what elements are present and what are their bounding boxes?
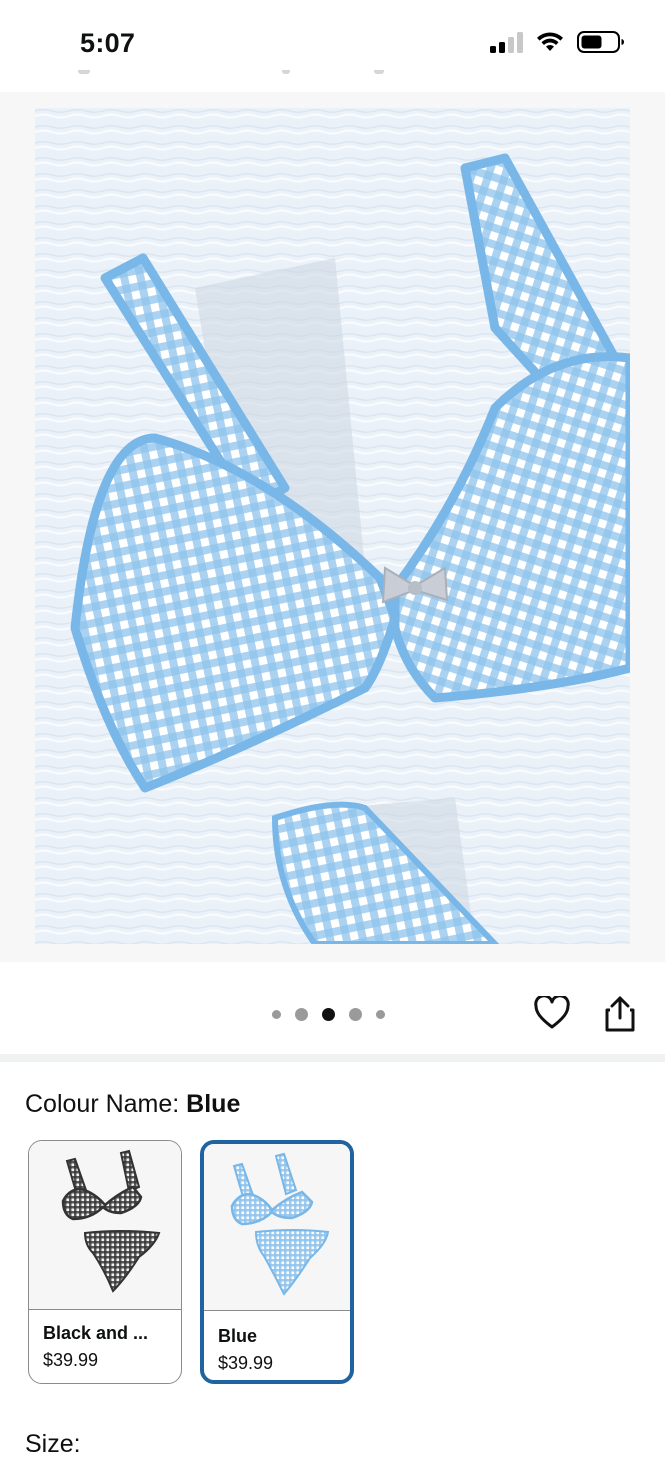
- product-image[interactable]: [35, 108, 630, 944]
- carousel-dot-5[interactable]: [376, 1010, 385, 1019]
- colour-option-name: Blue: [218, 1326, 258, 1346]
- status-bar: 5:07: [0, 0, 665, 90]
- colour-name-label: Colour Name: Blue: [25, 1090, 240, 1119]
- status-time: 5:07: [80, 28, 136, 58]
- carousel-dot-4[interactable]: [349, 1008, 362, 1021]
- carousel-dot-1[interactable]: [272, 1010, 281, 1019]
- colour-option-thumbnail: [29, 1141, 181, 1310]
- black-bikini-thumbnail: [61, 1149, 161, 1293]
- share-icon[interactable]: [604, 996, 636, 1032]
- colour-option-name: Black and ...: [43, 1323, 149, 1343]
- colour-option-thumbnail: [204, 1144, 350, 1311]
- carousel-dot-2[interactable]: [295, 1008, 308, 1021]
- colour-option-price: $39.99: [218, 1353, 274, 1373]
- product-image-gallery[interactable]: [0, 92, 665, 962]
- clipped-title-text: [0, 70, 665, 82]
- colour-option-black[interactable]: Black and ... $39.99: [28, 1140, 182, 1384]
- colour-option-blue-selected[interactable]: Blue $39.99: [200, 1140, 354, 1384]
- gallery-controls: [0, 962, 665, 1054]
- heart-icon[interactable]: [534, 996, 570, 1030]
- size-label: Size:: [25, 1430, 81, 1458]
- status-icons: [490, 30, 625, 54]
- wifi-icon: [537, 32, 563, 51]
- colour-name-value: Blue: [186, 1090, 241, 1118]
- blue-bikini-thumbnail: [230, 1152, 330, 1296]
- battery-icon: [577, 31, 624, 53]
- colour-name-prefix: Colour Name:: [25, 1090, 187, 1118]
- section-divider: [0, 1054, 665, 1062]
- carousel-dot-3-active[interactable]: [322, 1008, 335, 1021]
- cellular-signal-icon: [490, 31, 523, 53]
- carousel-dots[interactable]: [272, 1008, 385, 1021]
- colour-option-price: $39.99: [43, 1350, 99, 1370]
